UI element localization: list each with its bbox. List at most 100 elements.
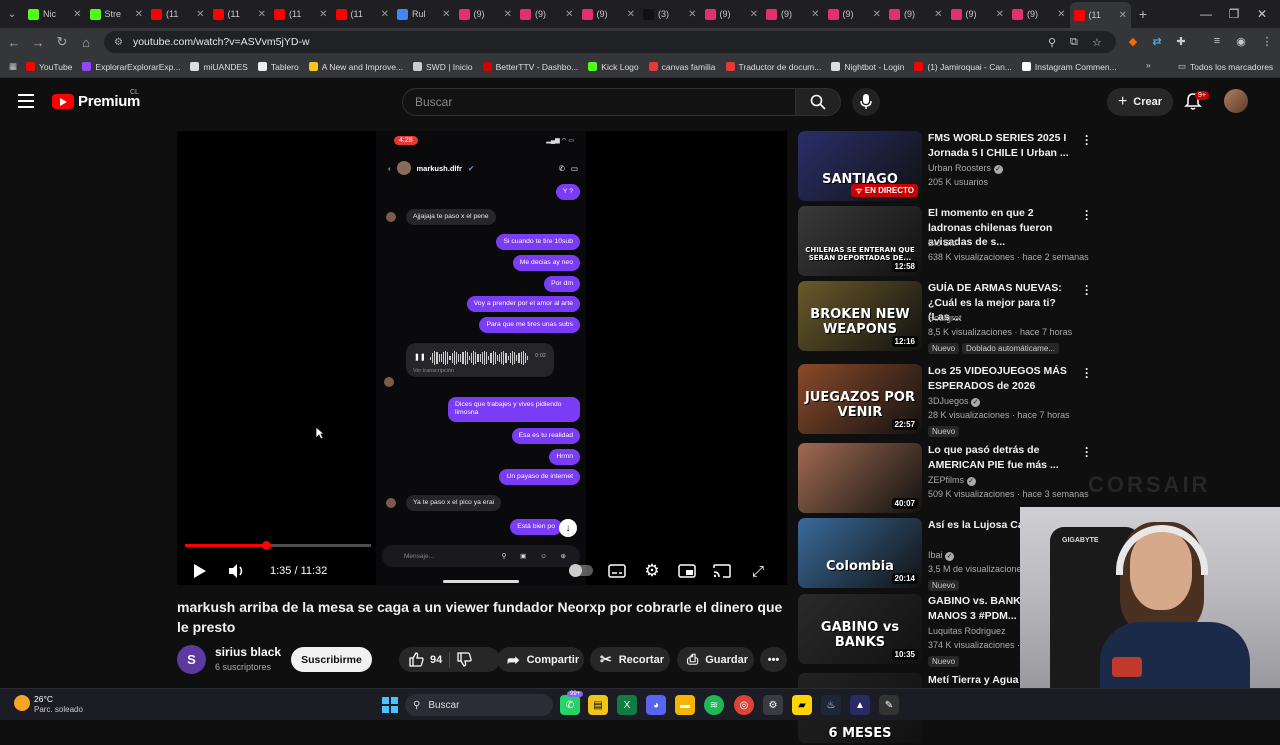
browser-tab[interactable]: (9) ✕: [516, 0, 578, 28]
forward-icon[interactable]: →: [26, 30, 50, 54]
video-thumbnail[interactable]: BROKEN NEW WEAPONS 12:16: [798, 281, 922, 351]
related-video-channel[interactable]: Luquitas Rodriguez: [928, 626, 1006, 636]
bookmark-item[interactable]: Traductor de docum...: [725, 62, 821, 72]
related-video-title[interactable]: FMS WORLD SERIES 2025 I Jornada 5 I CHIL…: [928, 131, 1078, 160]
subscribe-button[interactable]: Suscribirme: [291, 647, 372, 672]
related-video-channel[interactable]: Bio Bio: [928, 238, 957, 248]
more-vertical-icon[interactable]: ···: [1084, 205, 1090, 225]
channel-name[interactable]: sirius black: [215, 645, 281, 659]
close-tab-icon[interactable]: ✕: [381, 9, 389, 20]
browser-tab[interactable]: (9) ✕: [455, 0, 517, 28]
close-tab-icon[interactable]: ✕: [442, 9, 450, 20]
new-tab-button[interactable]: +: [1131, 6, 1155, 22]
browser-tab[interactable]: (9) ✕: [824, 0, 886, 28]
app-icon[interactable]: ▲: [850, 695, 870, 715]
more-bookmarks-icon[interactable]: »: [1146, 60, 1151, 70]
more-vertical-icon[interactable]: ···: [1084, 442, 1090, 462]
video-player[interactable]: 4:28 ▂▄▆ ◠ ▭ ‹ markush.dlfr ✔ ✆ ▭ Y ? Ajj…: [177, 131, 787, 585]
more-vertical-icon[interactable]: ···: [1084, 363, 1090, 383]
close-tab-icon[interactable]: ✕: [504, 9, 512, 20]
close-tab-icon[interactable]: ✕: [934, 9, 942, 20]
bookmark-item[interactable]: SWD | Inicio: [413, 62, 473, 72]
zoom-icon[interactable]: ⚲: [1048, 31, 1056, 53]
start-button[interactable]: [382, 697, 398, 713]
related-video-item[interactable]: CHILENAS SE ENTERAN QUE SERÁN DEPORTADAS…: [798, 205, 1098, 278]
video-thumbnail[interactable]: JUEGAZOS POR VENIR 22:57: [798, 364, 922, 434]
related-video-item[interactable]: SANTIAGO ᯤ EN DIRECTO FMS WORLD SERIES 202…: [798, 130, 1098, 203]
play-button[interactable]: [187, 558, 213, 584]
bookmark-item[interactable]: YouTube: [26, 62, 72, 72]
extension-brave-icon[interactable]: ◆: [1122, 30, 1144, 52]
progress-scrubber[interactable]: [262, 541, 272, 550]
save-button[interactable]: ⎙ Guardar: [677, 647, 754, 672]
search-button[interactable]: [795, 88, 841, 116]
voice-search-button[interactable]: [852, 88, 880, 116]
home-icon[interactable]: ⌂: [74, 30, 98, 54]
subtitles-button[interactable]: [604, 558, 630, 584]
related-video-item[interactable]: JUEGAZOS POR VENIR 22:57 Los 25 VIDEOJUEGO…: [798, 363, 1098, 437]
close-tab-icon[interactable]: ✕: [565, 9, 573, 20]
browser-tab[interactable]: (11 ✕: [270, 0, 332, 28]
browser-tab[interactable]: (11 ✕: [1069, 2, 1131, 28]
related-video-channel[interactable]: Ibai ✓: [928, 550, 955, 561]
video-thumbnail[interactable]: GABINO vs BANKS 10:35: [798, 594, 922, 664]
browser-tab[interactable]: (11 ✕: [209, 0, 271, 28]
browser-tab[interactable]: (3) ✕: [639, 0, 701, 28]
channel-avatar[interactable]: S: [177, 645, 206, 674]
browser-tab[interactable]: (9) ✕: [701, 0, 763, 28]
bookmark-item[interactable]: miUANDES: [190, 62, 248, 72]
progress-bar[interactable]: [185, 541, 371, 550]
close-tab-icon[interactable]: ✕: [627, 9, 635, 20]
close-tab-icon[interactable]: ✕: [1057, 9, 1065, 20]
related-video-channel[interactable]: Soulgrot: [928, 313, 962, 323]
address-bar[interactable]: ⚙ youtube.com/watch?v=ASVvm5jYD-w ⚲ ⧉ ☆: [104, 31, 1116, 53]
bookmark-item[interactable]: Tablero: [257, 62, 299, 72]
reload-icon[interactable]: ↻: [50, 30, 74, 54]
browser-tab[interactable]: (11 ✕: [147, 0, 209, 28]
apps-grid-icon[interactable]: ▦: [0, 61, 26, 72]
related-video-title[interactable]: Los 25 VIDEOJUEGOS MÁS ESPERADOS de 2026: [928, 364, 1078, 393]
browser-menu-icon[interactable]: ⋮: [1256, 30, 1278, 52]
browser-tab[interactable]: Nic ✕: [24, 0, 86, 28]
more-actions-button[interactable]: •••: [760, 647, 787, 672]
related-video-title[interactable]: Lo que pasó detrás de AMERICAN PIE fue m…: [928, 443, 1078, 472]
autoplay-toggle[interactable]: [569, 564, 593, 577]
related-video-channel[interactable]: Urban Roosters ✓: [928, 163, 1003, 174]
browser-tab[interactable]: (9) ✕: [762, 0, 824, 28]
close-window-icon[interactable]: ✕: [1244, 0, 1280, 28]
install-icon[interactable]: ⧉: [1070, 31, 1078, 53]
close-tab-icon[interactable]: ✕: [258, 9, 266, 20]
extensions-icon[interactable]: ✚: [1170, 30, 1192, 52]
taskbar-search[interactable]: ⚲ Buscar: [405, 694, 553, 716]
related-video-channel[interactable]: 3DJuegos ✓: [928, 396, 981, 407]
related-video-item[interactable]: BROKEN NEW WEAPONS 12:16 GUÍA DE ARMAS NUE…: [798, 280, 1098, 354]
bookmark-item[interactable]: Instagram Commen...: [1021, 62, 1117, 72]
close-tab-icon[interactable]: ✕: [873, 9, 881, 20]
settings-button[interactable]: ⚙: [639, 558, 665, 584]
create-button[interactable]: + Crear: [1107, 88, 1173, 116]
bookmark-item[interactable]: A New and Improve...: [308, 62, 403, 72]
close-tab-icon[interactable]: ✕: [196, 9, 204, 20]
extension-translate-icon[interactable]: ⇄: [1146, 30, 1168, 52]
close-tab-icon[interactable]: ✕: [73, 9, 81, 20]
close-tab-icon[interactable]: ✕: [811, 9, 819, 20]
cast-button[interactable]: [709, 558, 735, 584]
video-thumbnail[interactable]: Colombia 20:14: [798, 518, 922, 588]
more-vertical-icon[interactable]: ···: [1084, 280, 1090, 300]
account-avatar[interactable]: [1224, 89, 1248, 113]
bookmark-item[interactable]: (1) Jamiroquai - Can...: [914, 62, 1012, 72]
browser-tab[interactable]: Rul ✕: [393, 0, 455, 28]
clip-button[interactable]: ✂ Recortar: [590, 647, 670, 672]
related-video-item[interactable]: 40:07 Lo que pasó detrás de AMERICAN PIE …: [798, 442, 1098, 515]
bookmark-star-icon[interactable]: ☆: [1092, 31, 1102, 53]
video-thumbnail[interactable]: 40:07: [798, 443, 922, 513]
close-tab-icon[interactable]: ✕: [1119, 10, 1127, 21]
notes-icon[interactable]: ▤: [588, 695, 608, 715]
steam-icon[interactable]: ♨: [821, 695, 841, 715]
youtube-logo[interactable]: Premium CL: [52, 89, 140, 110]
file-explorer-icon[interactable]: ▬: [675, 695, 695, 715]
close-tab-icon[interactable]: ✕: [996, 9, 1004, 20]
browser-tab[interactable]: Stre ✕: [86, 0, 148, 28]
discord-icon[interactable]: ◕: [646, 695, 666, 715]
close-tab-icon[interactable]: ✕: [750, 9, 758, 20]
